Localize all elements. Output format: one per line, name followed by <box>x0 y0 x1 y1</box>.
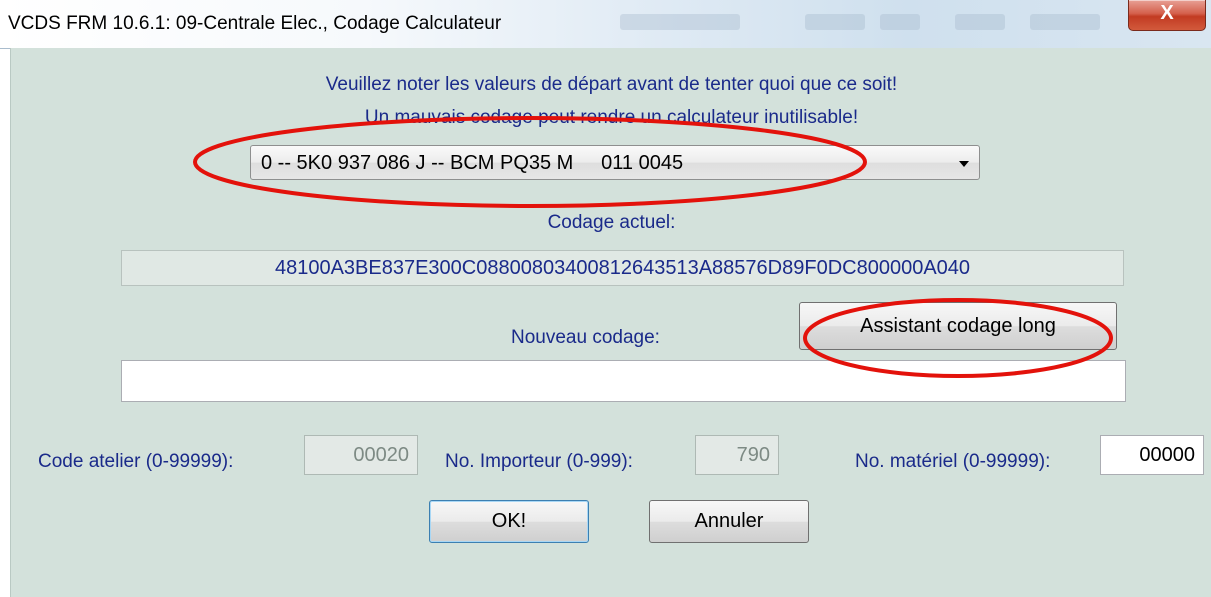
x-close-icon: X <box>1160 2 1174 24</box>
dropdown-arrow-icon[interactable] <box>959 161 969 167</box>
importer-no-field <box>695 435 779 475</box>
title-bar[interactable]: VCDS FRM 10.6.1: 09-Centrale Elec., Coda… <box>0 0 1211 49</box>
current-coding-field: 48100A3BE837E300C08800803400812643513A88… <box>121 250 1124 286</box>
module-select-value: 0 -- 5K0 937 086 J -- BCM PQ35 M 011 004… <box>261 152 684 174</box>
equipment-no-label: No. matériel (0-99999): <box>855 451 1051 472</box>
background-blur <box>1030 14 1100 30</box>
background-blur <box>805 14 865 30</box>
long-coding-assistant-button[interactable]: Assistant codage long <box>799 302 1117 350</box>
ok-button[interactable]: OK! <box>429 500 589 543</box>
background-blur <box>880 14 920 30</box>
close-button[interactable]: X <box>1128 0 1206 31</box>
warning-line-2: Un mauvais codage peut rendre un calcula… <box>364 107 859 128</box>
background-blur <box>955 14 1005 30</box>
workshop-code-label: Code atelier (0-99999): <box>38 451 234 472</box>
dialog-body: Veuillez noter les valeurs de départ ava… <box>10 48 1211 597</box>
cancel-button[interactable]: Annuler <box>649 500 809 543</box>
workshop-code-field <box>304 435 418 475</box>
module-select[interactable]: 0 -- 5K0 937 086 J -- BCM PQ35 M 011 004… <box>250 145 980 180</box>
new-coding-input[interactable] <box>121 360 1126 402</box>
warning-line-1: Veuillez noter les valeurs de départ ava… <box>325 74 898 95</box>
equipment-no-field[interactable] <box>1100 435 1204 475</box>
vcds-coding-window: VCDS FRM 10.6.1: 09-Centrale Elec., Coda… <box>0 0 1211 597</box>
current-coding-label: Codage actuel: <box>547 212 676 233</box>
new-coding-label: Nouveau codage: <box>511 327 660 348</box>
background-blur <box>620 14 740 30</box>
window-title: VCDS FRM 10.6.1: 09-Centrale Elec., Coda… <box>8 13 502 34</box>
importer-no-label: No. Importeur (0-999): <box>445 451 633 472</box>
